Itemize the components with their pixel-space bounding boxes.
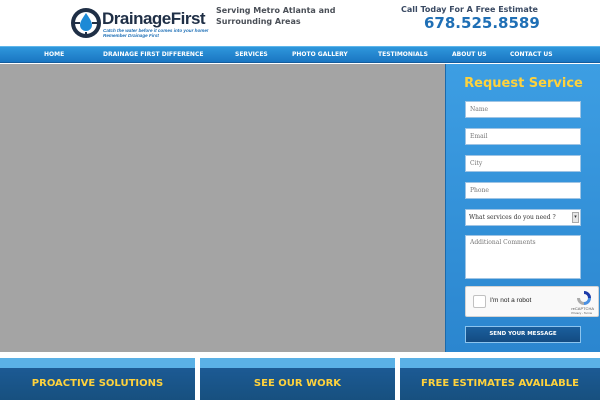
phone-input[interactable]	[465, 182, 581, 199]
form-title: Request Service	[464, 76, 583, 91]
nav-photo-gallery[interactable]: PHOTO GALLERY	[292, 47, 348, 63]
call-label: Call Today For A Free Estimate	[401, 5, 538, 14]
nav-about-us[interactable]: ABOUT US	[452, 47, 487, 63]
main-nav: HOME DRAINAGE FIRST DIFFERENCE SERVICES …	[0, 46, 600, 63]
service-select-value: What services do you need ?	[469, 214, 556, 221]
card-proactive-solutions[interactable]: PROACTIVE SOLUTIONS	[0, 358, 195, 400]
phone-number[interactable]: 678.525.8589	[424, 14, 540, 32]
service-area-text: Serving Metro Atlanta and Surrounding Ar…	[216, 6, 336, 26]
recaptcha-checkbox[interactable]	[473, 295, 486, 308]
card-top-bar	[200, 358, 395, 368]
hero-slider[interactable]	[0, 64, 445, 352]
card-see-our-work[interactable]: SEE OUR WORK	[200, 358, 395, 400]
nav-testimonials[interactable]: TESTIMONIALS	[378, 47, 428, 63]
chevron-down-icon: ▾	[572, 212, 579, 223]
drainage-drop-icon	[71, 8, 101, 38]
recaptcha-label: I'm not a robot	[490, 297, 532, 304]
nav-contact-us[interactable]: CONTACT US	[510, 47, 553, 63]
card-top-bar	[0, 358, 195, 368]
send-message-button[interactable]: SEND YOUR MESSAGE	[465, 326, 581, 343]
logo-tagline: Catch the water before it comes into you…	[103, 28, 213, 38]
page: DrainageFirst Catch the water before it …	[0, 0, 600, 400]
logo-name: DrainageFirst	[102, 9, 206, 28]
card-title: FREE ESTIMATES AVAILABLE	[420, 378, 580, 389]
recaptcha-logo-icon	[577, 291, 591, 305]
card-title: PROACTIVE SOLUTIONS	[31, 378, 164, 389]
city-input[interactable]	[465, 155, 581, 172]
nav-drainage-first-difference[interactable]: DRAINAGE FIRST DIFFERENCE	[103, 47, 203, 63]
card-top-bar	[400, 358, 600, 368]
logo-tagline-line-2: Remember Drainage First	[103, 33, 159, 38]
nav-services[interactable]: SERVICES	[235, 47, 268, 63]
card-title: SEE OUR WORK	[253, 378, 342, 389]
recaptcha-widget: I'm not a robot reCAPTCHA Privacy - Term…	[465, 286, 599, 317]
logo[interactable]: DrainageFirst Catch the water before it …	[70, 7, 210, 41]
site-header: DrainageFirst Catch the water before it …	[0, 0, 600, 46]
service-select[interactable]: What services do you need ? ▾	[465, 209, 581, 226]
comments-textarea[interactable]	[465, 235, 581, 279]
nav-home[interactable]: HOME	[44, 47, 64, 63]
card-free-estimates[interactable]: FREE ESTIMATES AVAILABLE	[400, 358, 600, 400]
request-service-form: Request Service What services do you nee…	[445, 64, 600, 352]
recaptcha-links[interactable]: Privacy - Terms	[571, 311, 592, 315]
email-input[interactable]	[465, 128, 581, 145]
name-input[interactable]	[465, 101, 581, 118]
